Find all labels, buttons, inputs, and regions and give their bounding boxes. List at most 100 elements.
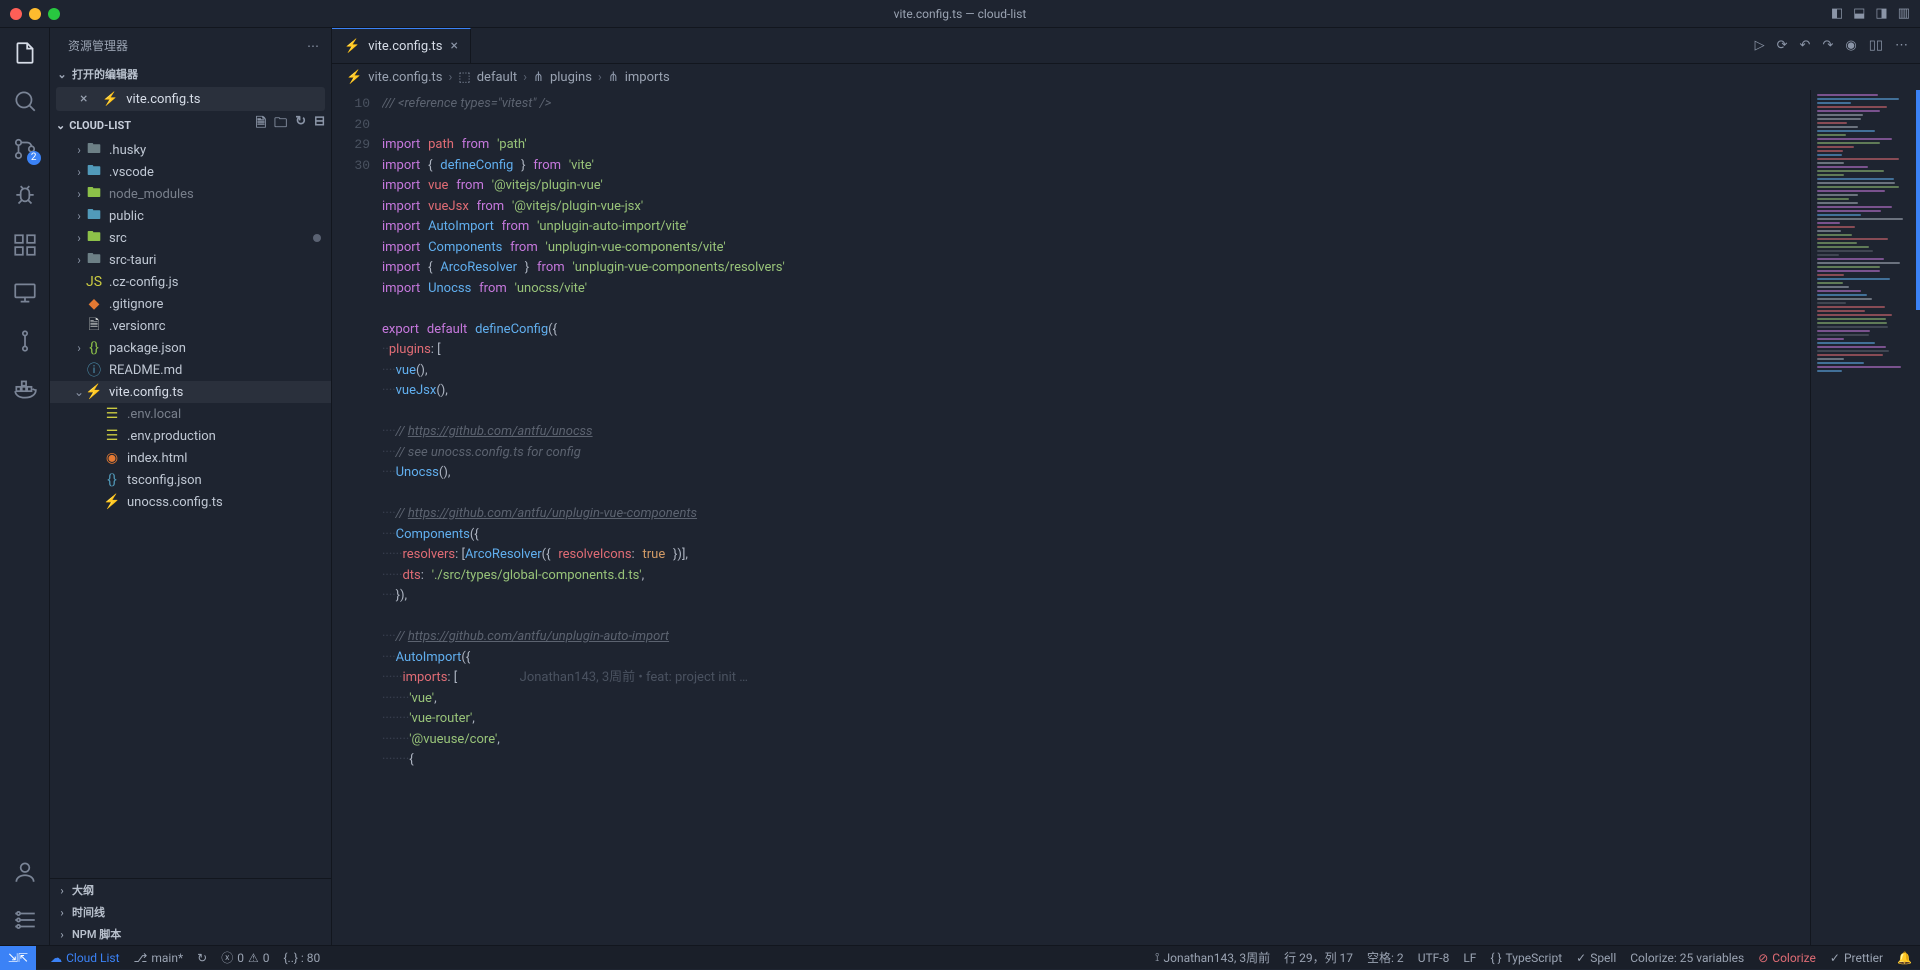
toggle-panel-bottom-icon[interactable]: ⬓ bbox=[1853, 6, 1865, 21]
file-row[interactable]: 🗎.versionrc bbox=[50, 315, 331, 337]
status-spell[interactable]: ✓ Spell bbox=[1576, 951, 1616, 965]
explorer-icon[interactable] bbox=[12, 40, 38, 66]
compare-icon[interactable]: ◉ bbox=[1845, 38, 1856, 53]
ts-file-icon: ⚡ bbox=[344, 39, 360, 54]
git-graph-icon[interactable] bbox=[12, 328, 38, 354]
file-icon: ⚡ bbox=[104, 494, 120, 510]
file-row[interactable]: JS.cz-config.js bbox=[50, 271, 331, 293]
item-label: .cz-config.js bbox=[109, 275, 178, 290]
file-icon: ☰ bbox=[104, 428, 120, 444]
file-row[interactable]: ⚡unocss.config.ts bbox=[50, 491, 331, 513]
close-editor-icon[interactable]: × bbox=[80, 91, 94, 107]
go-forward-icon[interactable]: ↷ bbox=[1822, 38, 1833, 53]
split-editor-icon[interactable]: ▯▯ bbox=[1869, 38, 1883, 53]
search-icon[interactable] bbox=[12, 88, 38, 114]
scrollbar-indicator[interactable] bbox=[1916, 90, 1920, 310]
sidebar-title: 资源管理器 bbox=[68, 37, 128, 54]
refresh-icon[interactable]: ↻ bbox=[295, 114, 306, 136]
folder-icon: 🖿 bbox=[86, 186, 102, 202]
folder-row[interactable]: ›🖿src-tauri bbox=[50, 249, 331, 271]
remote-explorer-icon[interactable] bbox=[12, 280, 38, 306]
collapsed-panel[interactable]: ›时间线 bbox=[50, 901, 331, 923]
run-icon[interactable]: ▷ bbox=[1755, 38, 1765, 53]
file-row[interactable]: {} tsconfig.json bbox=[50, 469, 331, 491]
item-label: tsconfig.json bbox=[127, 473, 202, 488]
file-row[interactable]: ☰.env.local bbox=[50, 403, 331, 425]
folder-row[interactable]: ›🖿public bbox=[50, 205, 331, 227]
titlebar: vite.config.ts — cloud-list ◧ ⬓ ◨ ▥ bbox=[0, 0, 1920, 28]
toggle-panel-right-icon[interactable]: ◨ bbox=[1875, 6, 1887, 21]
customize-layout-icon[interactable]: ▥ bbox=[1898, 6, 1910, 21]
toggle-panel-left-icon[interactable]: ◧ bbox=[1831, 6, 1843, 21]
file-row[interactable]: ☰.env.production bbox=[50, 425, 331, 447]
status-language[interactable]: { } TypeScript bbox=[1490, 951, 1562, 965]
run-debug-icon[interactable]: ⟳ bbox=[1777, 38, 1788, 53]
activity-bar: 2 bbox=[0, 28, 50, 945]
project-header[interactable]: ⌄CLOUD-LIST 🗎 🗀 ↻ ⊟ bbox=[50, 113, 331, 137]
status-bell-icon[interactable]: 🔔 bbox=[1897, 951, 1912, 965]
file-icon: ⓘ bbox=[86, 362, 102, 378]
maximize-window[interactable] bbox=[48, 8, 60, 20]
status-eol[interactable]: LF bbox=[1463, 951, 1476, 965]
status-cloud[interactable]: ☁ Cloud List bbox=[50, 951, 119, 965]
settings-icon[interactable] bbox=[12, 907, 38, 933]
open-editor-item[interactable]: × ⚡ vite.config.ts bbox=[56, 87, 325, 111]
status-encoding[interactable]: UTF-8 bbox=[1418, 951, 1450, 965]
debug-icon[interactable] bbox=[12, 184, 38, 210]
explorer-sidebar: 资源管理器 ⋯ ⌄打开的编辑器 × ⚡ vite.config.ts ⌄CLOU… bbox=[50, 28, 332, 945]
folder-row[interactable]: ›🖿.husky bbox=[50, 139, 331, 161]
file-row[interactable]: ⌄⚡vite.config.ts bbox=[50, 381, 331, 403]
file-tree: ›🖿.husky›🖿.vscode›🖿node_modules›🖿public›… bbox=[50, 137, 331, 878]
new-folder-icon[interactable]: 🗀 bbox=[274, 114, 287, 136]
minimap[interactable] bbox=[1810, 90, 1920, 945]
close-tab-icon[interactable]: × bbox=[451, 38, 458, 54]
open-editors-header[interactable]: ⌄打开的编辑器 bbox=[50, 63, 331, 85]
folder-row[interactable]: ›🖿src bbox=[50, 227, 331, 249]
tab-vite-config[interactable]: ⚡ vite.config.ts × bbox=[332, 28, 471, 63]
file-icon: {} bbox=[86, 340, 102, 356]
remote-button[interactable]: ⇲⇱ bbox=[0, 946, 36, 970]
status-prettier[interactable]: ✓ Prettier bbox=[1830, 951, 1883, 965]
collapsed-panel[interactable]: ›NPM 脚本 bbox=[50, 923, 331, 945]
close-window[interactable] bbox=[10, 8, 22, 20]
more-actions-icon[interactable]: ⋯ bbox=[1895, 38, 1908, 53]
status-spaces[interactable]: 空格: 2 bbox=[1367, 949, 1404, 966]
file-row[interactable]: ◉index.html bbox=[50, 447, 331, 469]
breadcrumb[interactable]: ⚡ vite.config.ts› ⬚default› ⋔plugins› ⋔i… bbox=[332, 64, 1920, 90]
go-back-icon[interactable]: ↶ bbox=[1800, 38, 1811, 53]
docker-icon[interactable] bbox=[12, 376, 38, 402]
file-icon: ⚡ bbox=[86, 384, 102, 400]
new-file-icon[interactable]: 🗎 bbox=[256, 114, 266, 136]
account-icon[interactable] bbox=[12, 859, 38, 885]
modified-dot bbox=[313, 234, 321, 242]
collapsed-panel[interactable]: ›大纲 bbox=[50, 879, 331, 901]
status-position[interactable]: 行 29，列 17 bbox=[1284, 949, 1353, 966]
item-label: public bbox=[109, 209, 144, 224]
folder-row[interactable]: ›🖿node_modules bbox=[50, 183, 331, 205]
status-colorize-vars[interactable]: Colorize: 25 variables bbox=[1630, 951, 1744, 965]
minimize-window[interactable] bbox=[29, 8, 41, 20]
status-blame[interactable]: ⟟ Jonathan143, 3周前 bbox=[1155, 949, 1270, 966]
file-icon: ◉ bbox=[104, 450, 120, 466]
source-control-icon[interactable]: 2 bbox=[12, 136, 38, 162]
extensions-icon[interactable] bbox=[12, 232, 38, 258]
tab-label: vite.config.ts bbox=[368, 39, 442, 54]
status-problems[interactable]: ⓧ 0 ⚠ 0 bbox=[221, 949, 269, 966]
status-colorize[interactable]: ⊘ Colorize bbox=[1758, 951, 1816, 965]
status-sync[interactable]: ↻ bbox=[197, 951, 207, 965]
code-content[interactable]: /// <reference types="vitest" /> import … bbox=[382, 90, 1810, 945]
status-bracket[interactable]: {..} : 80 bbox=[283, 951, 320, 965]
file-row[interactable]: ›{}package.json bbox=[50, 337, 331, 359]
sidebar-more-icon[interactable]: ⋯ bbox=[307, 39, 319, 53]
collapse-icon[interactable]: ⊟ bbox=[314, 114, 325, 136]
tab-bar: ⚡ vite.config.ts × ▷ ⟳ ↶ ↷ ◉ ▯▯ ⋯ bbox=[332, 28, 1920, 64]
file-icon: {} bbox=[104, 472, 120, 488]
status-branch[interactable]: ⎇ main* bbox=[134, 951, 184, 965]
file-row[interactable]: ⓘREADME.md bbox=[50, 359, 331, 381]
folder-row[interactable]: ›🖿.vscode bbox=[50, 161, 331, 183]
code-area[interactable]: 10 20 29 30 /// <reference types="vitest… bbox=[332, 90, 1920, 945]
file-row[interactable]: ◆.gitignore bbox=[50, 293, 331, 315]
file-icon: 🗎 bbox=[86, 318, 102, 334]
window-title: vite.config.ts — cloud-list bbox=[894, 7, 1027, 21]
sidebar-bottom-panels: ›大纲›时间线›NPM 脚本 bbox=[50, 878, 331, 945]
